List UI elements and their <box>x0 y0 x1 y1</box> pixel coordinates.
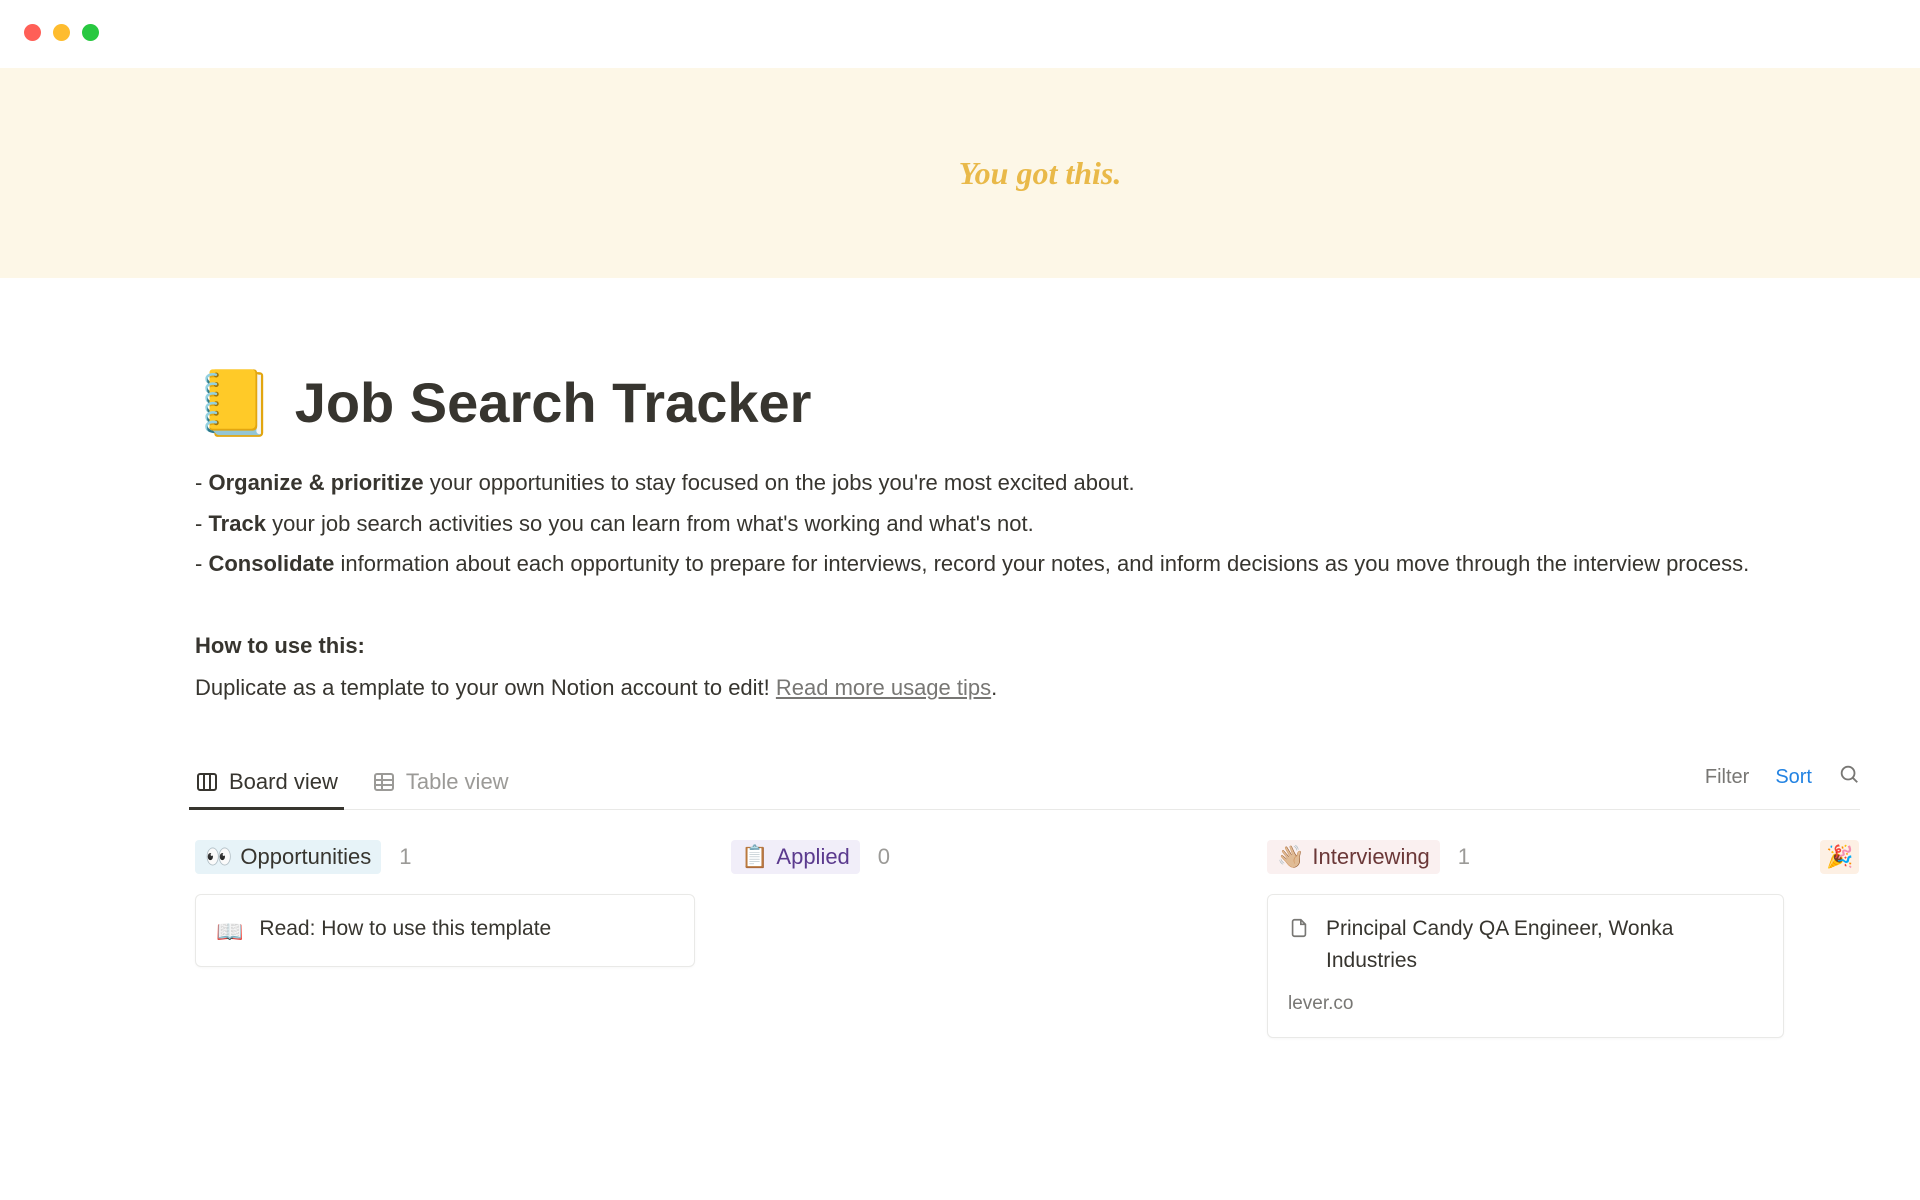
database-views-bar: Board view Table view Filter Sort <box>195 759 1860 810</box>
page-title-row: 📒 Job Search Tracker <box>195 370 1860 435</box>
search-button[interactable] <box>1838 763 1860 791</box>
page-content: 📒 Job Search Tracker - Organize & priori… <box>195 370 1860 1038</box>
views-actions: Filter Sort <box>1705 763 1860 805</box>
column-emoji: 👀 <box>205 844 232 870</box>
column-count: 1 <box>399 844 411 870</box>
column-label[interactable]: 📋 Applied <box>731 840 860 874</box>
tab-board-view[interactable]: Board view <box>195 759 338 809</box>
column-header: 👋🏼 Interviewing 1 <box>1267 840 1784 874</box>
tab-table-view[interactable]: Table view <box>372 759 509 809</box>
table-icon <box>372 770 396 794</box>
column-interviewing[interactable]: 👋🏼 Interviewing 1 Principal Candy QA Eng… <box>1267 840 1784 1038</box>
maximize-window-button[interactable] <box>82 24 99 41</box>
cover-text: You got this. <box>959 155 1122 192</box>
column-name: Applied <box>776 844 849 870</box>
column-label[interactable]: 👋🏼 Interviewing <box>1267 840 1440 874</box>
card-title: Principal Candy QA Engineer, Wonka Indus… <box>1326 913 1763 976</box>
board-icon <box>195 770 219 794</box>
column-opportunities[interactable]: 👀 Opportunities 1 📖 Read: How to use thi… <box>195 840 695 1038</box>
card-title: Read: How to use this template <box>259 913 551 945</box>
column-applied[interactable]: 📋 Applied 0 <box>731 840 1231 1038</box>
column-count: 1 <box>1458 844 1470 870</box>
column-name: Opportunities <box>240 844 371 870</box>
filter-button[interactable]: Filter <box>1705 766 1749 789</box>
page-icon[interactable]: 📒 <box>195 371 275 435</box>
close-window-button[interactable] <box>24 24 41 41</box>
column-header: 👀 Opportunities 1 <box>195 840 695 874</box>
column-count: 0 <box>878 844 890 870</box>
bullet-3: - Consolidate information about each opp… <box>195 544 1860 585</box>
window-traffic-lights <box>24 24 99 41</box>
tab-table-label: Table view <box>406 769 509 795</box>
bullet-1: - Organize & prioritize your opportuniti… <box>195 463 1860 504</box>
page-icon <box>1288 915 1310 948</box>
usage-tips-link[interactable]: Read more usage tips <box>776 675 991 700</box>
minimize-window-button[interactable] <box>53 24 70 41</box>
card-wonka-qa[interactable]: Principal Candy QA Engineer, Wonka Indus… <box>1267 894 1784 1038</box>
search-icon <box>1838 763 1860 785</box>
page-cover[interactable]: You got this. <box>0 68 1920 278</box>
book-icon: 📖 <box>216 915 243 948</box>
column-overflow[interactable]: 🎉 <box>1820 840 1860 1038</box>
card-how-to-use[interactable]: 📖 Read: How to use this template <box>195 894 695 967</box>
howto-title: How to use this: <box>195 626 1860 667</box>
howto-text: Duplicate as a template to your own Noti… <box>195 668 1860 709</box>
column-label[interactable]: 👀 Opportunities <box>195 840 381 874</box>
card-subtitle: lever.co <box>1288 990 1763 1019</box>
tab-board-label: Board view <box>229 769 338 795</box>
column-emoji: 👋🏼 <box>1277 844 1304 870</box>
column-name: Interviewing <box>1312 844 1429 870</box>
page-title[interactable]: Job Search Tracker <box>295 370 812 435</box>
column-header: 📋 Applied 0 <box>731 840 1231 874</box>
sort-button[interactable]: Sort <box>1775 766 1812 789</box>
page-description[interactable]: - Organize & prioritize your opportuniti… <box>195 463 1860 709</box>
bullet-2: - Track your job search activities so yo… <box>195 504 1860 545</box>
party-icon: 🎉 <box>1820 840 1859 874</box>
column-emoji: 📋 <box>741 844 768 870</box>
board: 👀 Opportunities 1 📖 Read: How to use thi… <box>195 840 1860 1038</box>
